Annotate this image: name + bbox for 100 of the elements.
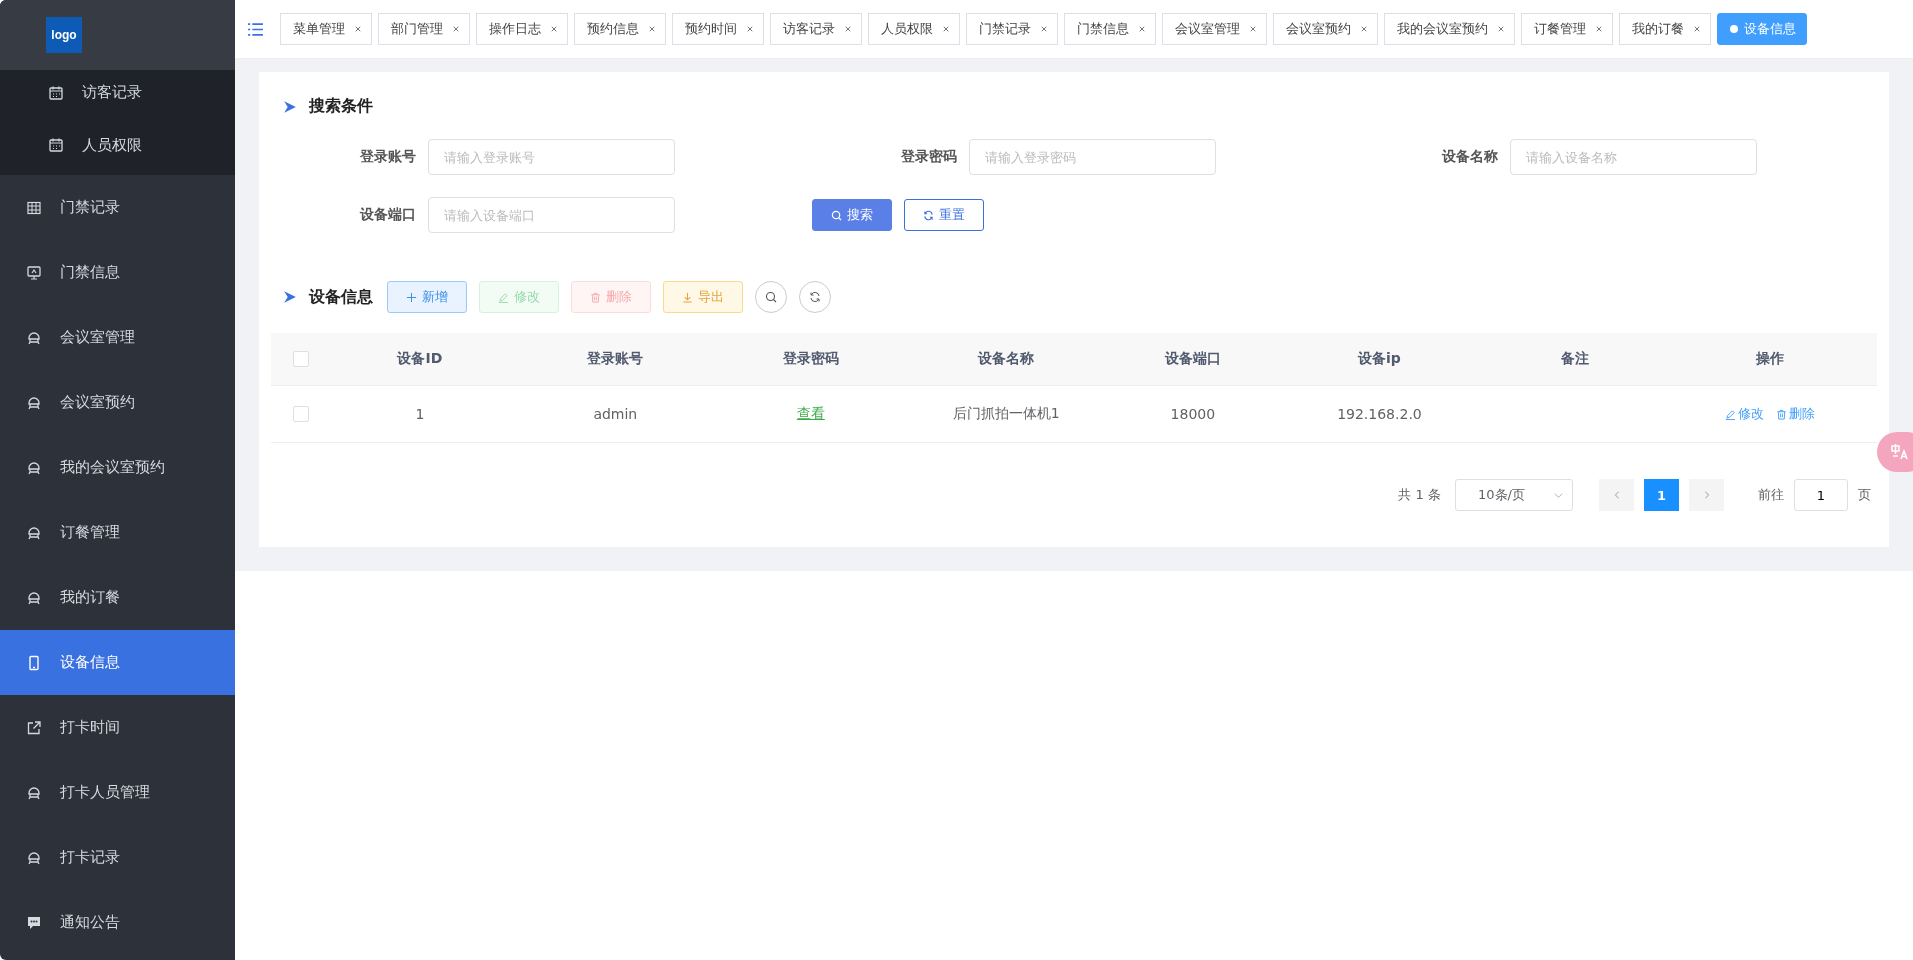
field-label: 设备端口 <box>358 206 416 224</box>
reset-button[interactable]: 重置 <box>904 199 984 231</box>
arrow-icon <box>283 290 297 304</box>
page-tab[interactable]: 部门管理 <box>378 13 470 45</box>
page-suffix: 页 <box>1858 486 1871 504</box>
close-icon[interactable] <box>943 26 949 32</box>
column-header: 设备ID <box>397 350 443 368</box>
page-tab[interactable]: 访客记录 <box>770 13 862 45</box>
checkbox[interactable] <box>293 406 309 422</box>
sidebar-item[interactable]: 通知公告 <box>0 890 235 955</box>
monitor-icon <box>26 264 42 281</box>
column-header: 登录密码 <box>782 350 839 368</box>
sidebar-item[interactable]: 访客记录 <box>0 70 235 115</box>
sidebar-item[interactable]: 门禁记录 <box>0 175 235 240</box>
page-tab[interactable]: 操作日志 <box>476 13 568 45</box>
calendar-icon <box>48 137 64 153</box>
logo: logo <box>46 17 82 53</box>
pencil-icon <box>1725 408 1737 420</box>
field-label: 登录账号 <box>359 148 416 166</box>
sidebar-item[interactable]: 我的订餐 <box>0 565 235 630</box>
sidebar-item[interactable]: 打卡时间 <box>0 695 235 760</box>
close-icon[interactable] <box>1361 26 1367 32</box>
robot-icon <box>26 394 42 411</box>
page-tab[interactable]: 会议室管理 <box>1162 13 1267 45</box>
robot-icon <box>26 849 42 866</box>
column-header: 操作 <box>1756 350 1785 368</box>
refresh-button[interactable] <box>799 281 831 313</box>
page-tab[interactable]: 门禁记录 <box>966 13 1058 45</box>
calendar-icon <box>48 84 64 101</box>
table-cell: 18000 <box>1170 406 1216 422</box>
checkbox[interactable] <box>293 351 309 367</box>
close-icon[interactable] <box>1250 26 1256 32</box>
column-header: 设备端口 <box>1164 350 1221 368</box>
robot-icon <box>26 784 42 801</box>
sidebar-item[interactable]: 人员权限 <box>0 115 235 175</box>
goto-label: 前往 <box>1758 486 1784 504</box>
page-tab[interactable]: 人员权限 <box>868 13 960 45</box>
robot-icon <box>26 589 42 606</box>
section-title: 搜索条件 <box>309 96 373 117</box>
close-icon[interactable] <box>355 26 361 32</box>
sidebar-item[interactable]: 订餐管理 <box>0 500 235 565</box>
sidebar-item[interactable]: 会议室管理 <box>0 305 235 370</box>
column-header: 备注 <box>1560 350 1589 368</box>
close-icon[interactable] <box>453 26 459 32</box>
close-icon[interactable] <box>1139 26 1145 32</box>
robot-icon <box>26 459 42 476</box>
sidebar-item[interactable]: 门禁信息 <box>0 240 235 305</box>
robot-icon <box>26 329 42 346</box>
close-icon[interactable] <box>747 26 753 32</box>
arrow-icon <box>283 99 297 114</box>
external-link-icon <box>26 719 42 736</box>
column-header: 设备ip <box>1358 350 1401 368</box>
table-cell: admin <box>593 406 638 422</box>
page-tab[interactable]: 预约时间 <box>672 13 764 45</box>
page-tab[interactable]: 我的会议室预约 <box>1384 13 1515 45</box>
trash-icon <box>590 291 601 303</box>
input-field[interactable]: 请输入设备端口 <box>428 197 675 233</box>
robot-icon <box>26 524 42 541</box>
close-icon[interactable] <box>649 26 655 32</box>
download-icon <box>682 291 693 303</box>
search-icon <box>831 209 842 221</box>
sidebar-item[interactable]: 我的会议室预约 <box>0 435 235 500</box>
phone-icon <box>26 654 42 671</box>
column-header: 设备名称 <box>978 350 1035 368</box>
section-title: 设备信息 <box>309 286 373 308</box>
input-field[interactable]: 请输入登录账号 <box>428 139 675 175</box>
table-cell: 1 <box>415 406 425 422</box>
menu-icon[interactable] <box>247 20 264 38</box>
sidebar-item[interactable]: 设备信息 <box>0 630 235 695</box>
field-label: 登录密码 <box>900 148 957 166</box>
refresh-icon <box>809 291 821 303</box>
page-tab[interactable]: 会议室预约 <box>1273 13 1378 45</box>
page-tab[interactable]: 预约信息 <box>574 13 666 45</box>
page-input[interactable]: 1 <box>1794 479 1848 511</box>
input-field[interactable]: 请输入登录密码 <box>969 139 1216 175</box>
close-icon[interactable] <box>551 26 557 32</box>
pencil-icon <box>498 291 509 303</box>
input-field[interactable]: 请输入设备名称 <box>1510 139 1757 175</box>
page-tab[interactable]: 订餐管理 <box>1521 13 1613 45</box>
plus-icon <box>406 291 417 303</box>
close-icon[interactable] <box>1596 26 1602 32</box>
chat-icon <box>26 914 42 931</box>
close-icon[interactable] <box>1041 26 1047 32</box>
total-count: 共 1 条 <box>1398 486 1441 504</box>
table-cell: 后门抓拍一体机1 <box>952 405 1060 423</box>
page-tab[interactable]: 菜单管理 <box>280 13 372 45</box>
sidebar-item[interactable]: 打卡人员管理 <box>0 760 235 825</box>
close-icon[interactable] <box>1498 26 1504 32</box>
sidebar-item[interactable]: 会议室预约 <box>0 370 235 435</box>
sidebar-item[interactable]: 打卡记录 <box>0 825 235 890</box>
grid-icon <box>26 199 42 216</box>
page-tab[interactable]: 我的订餐 <box>1619 13 1711 45</box>
search-button[interactable]: 搜索 <box>812 199 892 231</box>
trash-icon <box>1776 408 1788 420</box>
close-icon[interactable] <box>1694 26 1700 32</box>
page-tab[interactable]: 门禁信息 <box>1064 13 1156 45</box>
table-cell: 192.168.2.0 <box>1337 406 1422 422</box>
close-icon[interactable] <box>845 26 851 32</box>
page-size-select[interactable]: 10条/页 <box>1455 479 1573 511</box>
search-button[interactable] <box>755 281 787 313</box>
